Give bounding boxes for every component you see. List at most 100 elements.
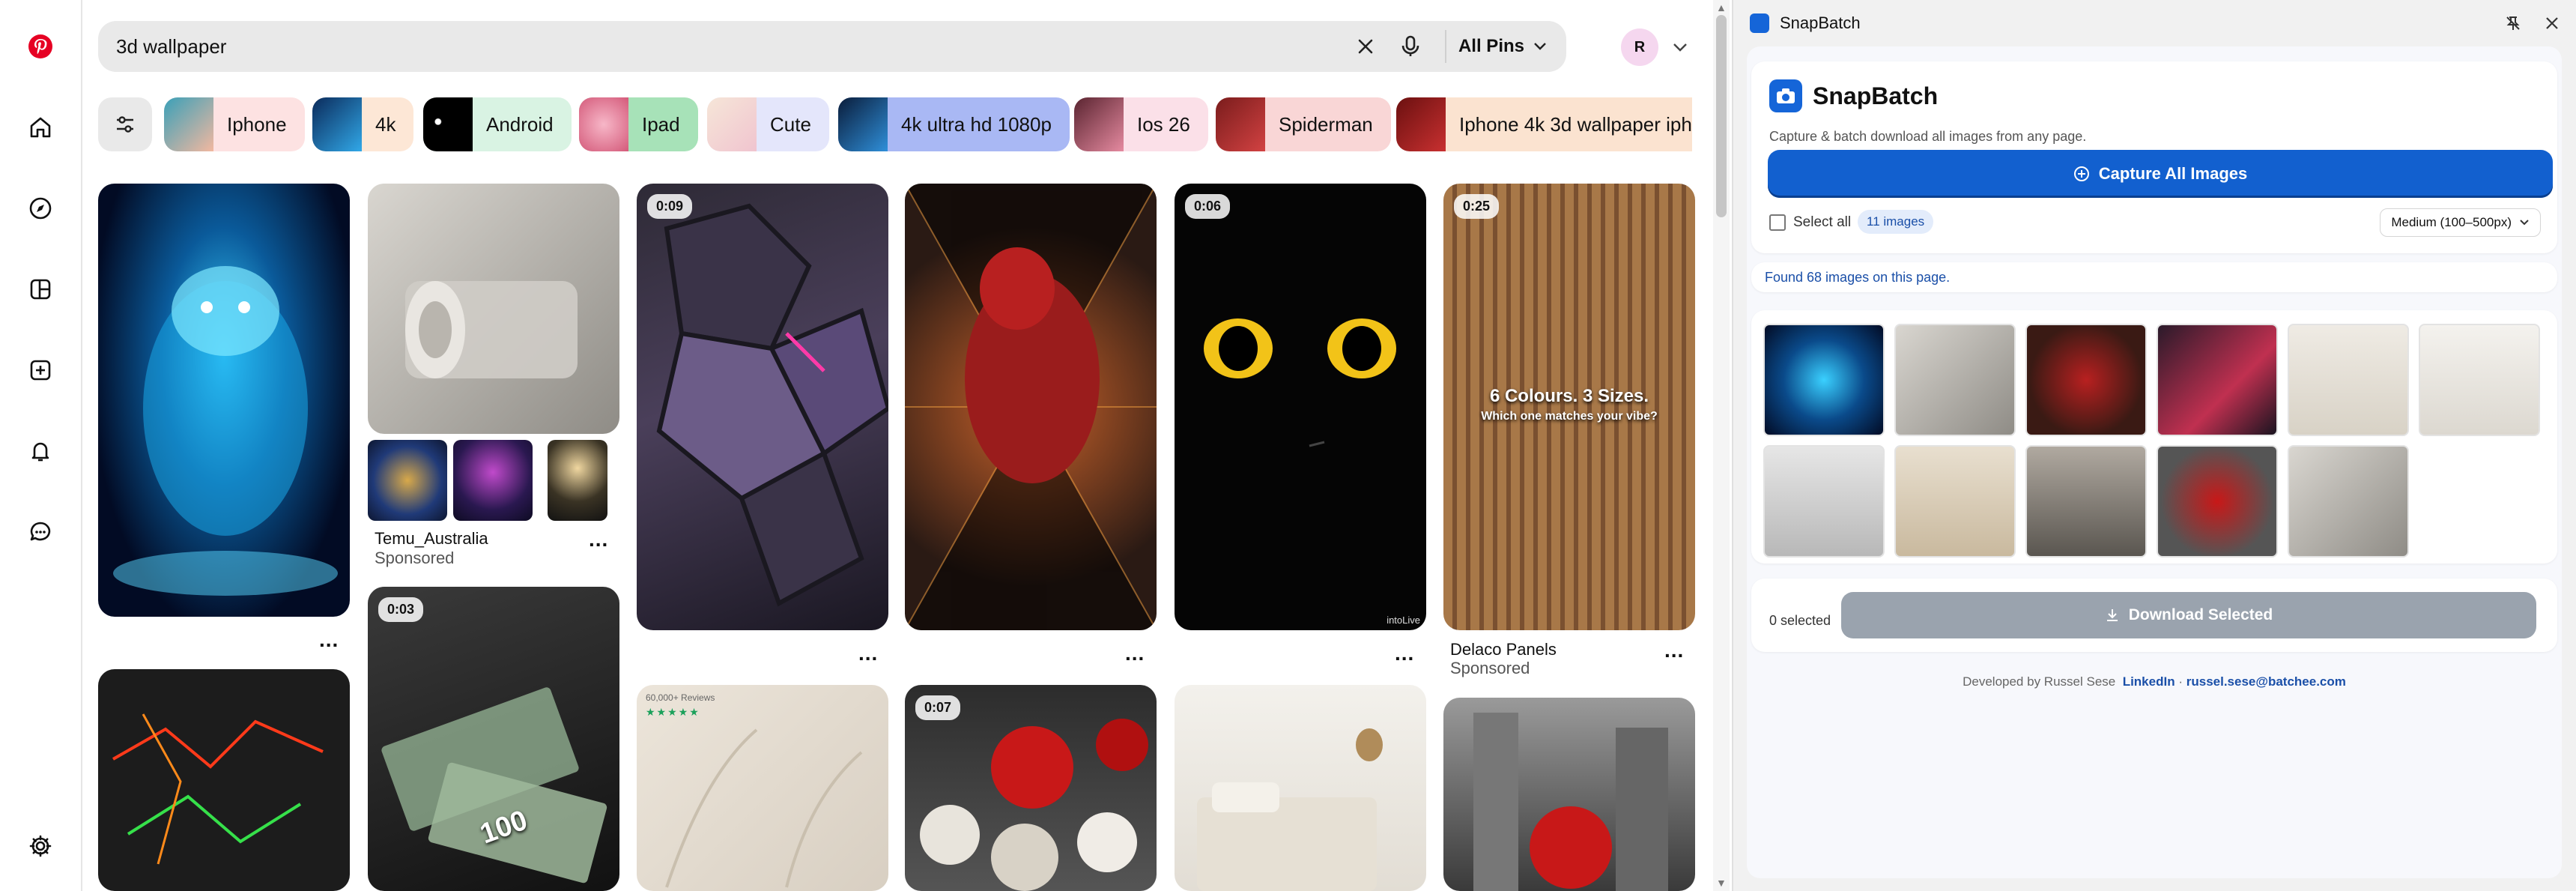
scroll-down-icon[interactable]: ▼ bbox=[1716, 877, 1727, 889]
cat-eyes-image bbox=[1204, 318, 1396, 447]
page-scrollbar[interactable]: ▲ ▼ bbox=[1713, 0, 1730, 891]
scroll-thumb[interactable] bbox=[1716, 15, 1727, 217]
nav-rail bbox=[0, 0, 82, 891]
linkedin-link[interactable]: LinkedIn bbox=[2123, 674, 2175, 689]
delaco-overlay-line1: 6 Colours. 3 Sizes. bbox=[1489, 386, 1649, 406]
capture-all-images-button[interactable]: Capture All Images bbox=[1768, 150, 2553, 198]
panel-titlebar: SnapBatch bbox=[1733, 0, 2576, 46]
pin-more-options[interactable]: ... bbox=[1125, 641, 1145, 665]
video-duration-badge: 0:25 bbox=[1454, 194, 1500, 219]
microphone-icon[interactable] bbox=[1388, 24, 1433, 69]
thumbnail-spiderman-city[interactable] bbox=[2157, 445, 2278, 558]
pinterest-logo-icon[interactable] bbox=[19, 25, 61, 67]
pin-roll-wallpaper[interactable] bbox=[368, 184, 619, 434]
thumbnail-stone-bed[interactable] bbox=[2025, 445, 2147, 558]
email-link[interactable]: russel.sese@batchee.com bbox=[2186, 674, 2346, 689]
pin-blue-leopard[interactable] bbox=[98, 184, 350, 617]
pin-more-options[interactable]: ... bbox=[1395, 641, 1414, 665]
roll-wallpaper-image bbox=[405, 281, 578, 378]
create-plus-icon[interactable] bbox=[19, 349, 61, 391]
thumbnail-leopard[interactable] bbox=[1763, 324, 1885, 436]
temu-thumb-3[interactable] bbox=[548, 440, 607, 521]
snapbatch-body: SnapBatch Capture & batch download all i… bbox=[1747, 46, 2562, 878]
chip-spiderman[interactable]: Spiderman bbox=[1216, 97, 1391, 151]
select-all-checkbox[interactable]: Select all bbox=[1769, 214, 1851, 231]
chevron-down-icon bbox=[1534, 43, 1546, 50]
pin-cat-eyes-video[interactable]: 0:06 intoLive bbox=[1175, 184, 1426, 630]
messages-icon[interactable] bbox=[19, 511, 61, 553]
boards-icon[interactable] bbox=[19, 268, 61, 310]
avatar-initial: R bbox=[1634, 38, 1646, 55]
thumbnail-spiderman[interactable] bbox=[2025, 324, 2147, 436]
scroll-up-icon[interactable]: ▲ bbox=[1716, 1, 1727, 13]
temu-thumb-2[interactable] bbox=[453, 440, 533, 521]
snapbatch-tagline: Capture & batch download all images from… bbox=[1769, 129, 2087, 144]
home-icon[interactable] bbox=[19, 106, 61, 148]
chip-label: 4k bbox=[375, 112, 396, 136]
thumbnail-bedroom-grey[interactable] bbox=[1763, 445, 1885, 558]
thumbnail-bedroom-white[interactable] bbox=[2419, 324, 2540, 436]
pin-hex-video[interactable]: 0:09 bbox=[637, 184, 888, 630]
explore-compass-icon[interactable] bbox=[19, 187, 61, 229]
unpin-icon[interactable] bbox=[2500, 10, 2526, 36]
chip-label: Ipad bbox=[642, 112, 680, 136]
checkbox-box[interactable] bbox=[1769, 214, 1786, 231]
temu-thumb-1[interactable] bbox=[368, 440, 447, 521]
pin-more-options[interactable]: ... bbox=[858, 641, 878, 665]
chip-label: Android bbox=[486, 112, 554, 136]
size-filter-value: Medium (100–500px) bbox=[2391, 215, 2512, 229]
chip-iphone[interactable]: Iphone bbox=[164, 97, 305, 151]
pin-more-options[interactable]: ... bbox=[1664, 638, 1684, 662]
account-chevron-down-icon[interactable] bbox=[1667, 34, 1693, 60]
clear-search-icon[interactable] bbox=[1343, 24, 1388, 69]
chip-cute[interactable]: Cute bbox=[707, 97, 829, 151]
settings-gear-icon[interactable] bbox=[19, 825, 61, 867]
footer-developer: Developed by Russel Sese bbox=[1963, 674, 2116, 689]
all-pins-label: All Pins bbox=[1458, 36, 1524, 56]
chip-4k[interactable]: 4k bbox=[312, 97, 414, 151]
avatar[interactable]: R bbox=[1621, 28, 1658, 66]
pin-spiderman-city[interactable] bbox=[905, 184, 1157, 630]
intolive-watermark: intoLive bbox=[1387, 614, 1420, 626]
delaco-overlay-line2: Which one matches your vibe? bbox=[1481, 410, 1658, 423]
snapbatch-header-card: SnapBatch Capture & batch download all i… bbox=[1751, 61, 2557, 253]
all-pins-dropdown[interactable]: All Pins bbox=[1458, 36, 1547, 57]
chip-android[interactable]: Android bbox=[423, 97, 572, 151]
chip-4k-ultra-hd[interactable]: 4k ultra hd 1080p bbox=[838, 97, 1070, 151]
thumbnail-living-room[interactable] bbox=[2288, 324, 2409, 436]
search-input[interactable]: 3d wallpaper bbox=[116, 35, 1343, 58]
chip-label: Ios 26 bbox=[1137, 112, 1190, 136]
chip-ios-26[interactable]: Ios 26 bbox=[1074, 97, 1208, 151]
delaco-title[interactable]: Delaco Panels bbox=[1450, 640, 1557, 659]
pin-leaf-wallpaper[interactable]: 60,000+ Reviews ★★★★★ bbox=[637, 685, 888, 891]
pin-bedroom[interactable] bbox=[1175, 685, 1426, 891]
temu-title[interactable]: Temu_Australia bbox=[375, 529, 488, 549]
pin-rose-pebbles-video[interactable]: 0:07 bbox=[905, 685, 1157, 891]
pin-spiderman-skyscraper[interactable] bbox=[1443, 698, 1695, 891]
chip-thumbnail bbox=[1216, 97, 1265, 151]
video-duration-badge: 0:06 bbox=[1185, 194, 1231, 219]
thumbnail-roll[interactable] bbox=[1894, 324, 2016, 436]
chip-thumbnail bbox=[838, 97, 888, 151]
thumbnail-beige-room[interactable] bbox=[1894, 445, 2016, 558]
pin-neon-cracks[interactable] bbox=[98, 669, 350, 891]
pin-more-options[interactable]: ... bbox=[589, 528, 608, 552]
download-selected-button[interactable]: Download Selected bbox=[1841, 592, 2536, 638]
chip-iphone-4k-3d[interactable]: Iphone 4k 3d wallpaper iphone bbox=[1396, 97, 1692, 151]
thumbnail-roll-2[interactable] bbox=[2288, 445, 2409, 558]
search-bar[interactable]: 3d wallpaper All Pins bbox=[98, 21, 1566, 72]
pin-money-video[interactable]: 100 0:03 bbox=[368, 587, 619, 891]
close-panel-icon[interactable] bbox=[2539, 10, 2565, 36]
search-divider bbox=[1444, 30, 1446, 63]
filter-sliders-icon[interactable] bbox=[98, 97, 152, 151]
pin-more-options[interactable]: ... bbox=[319, 628, 339, 652]
notifications-bell-icon[interactable] bbox=[19, 430, 61, 472]
pin-delaco-panels-video[interactable]: 0:25 6 Colours. 3 Sizes. Which one match… bbox=[1443, 184, 1695, 630]
chip-thumbnail bbox=[164, 97, 213, 151]
snapbatch-small-logo-icon bbox=[1750, 13, 1769, 33]
chip-thumbnail bbox=[423, 97, 473, 151]
size-filter-select[interactable]: Medium (100–500px) bbox=[2380, 208, 2541, 237]
neon-cracks-image bbox=[112, 713, 324, 865]
chip-ipad[interactable]: Ipad bbox=[579, 97, 698, 151]
thumbnail-red-hex[interactable] bbox=[2157, 324, 2278, 436]
